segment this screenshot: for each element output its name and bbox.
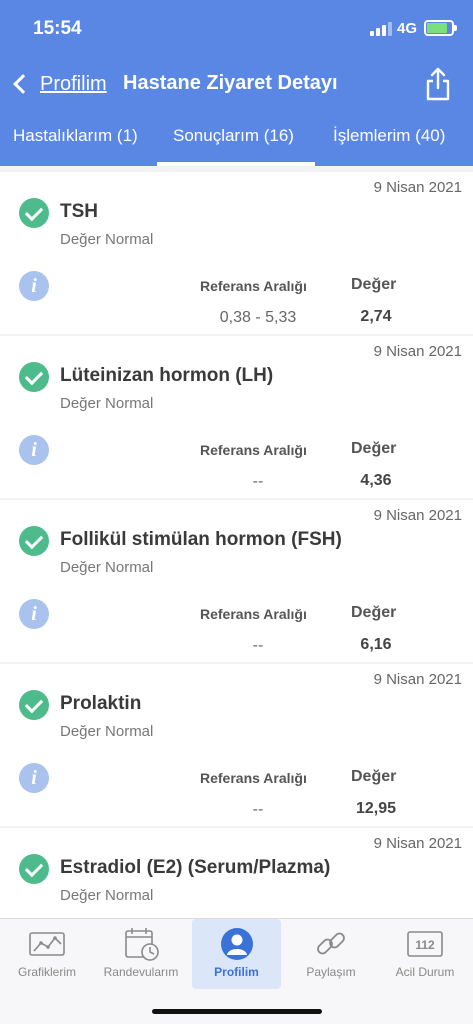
back-label: Profilim (40, 72, 107, 95)
bottom-tab-bar: Grafiklerim Randevularım Profilim Paylaş… (0, 918, 473, 1024)
result-status: Değer Normal (60, 887, 154, 904)
emergency-112-icon: 112 (407, 931, 443, 957)
status-bar: 15:54 4G (0, 18, 473, 42)
check-icon (19, 854, 49, 884)
tab-hastaliklarim[interactable]: Hastalıklarım (1) (13, 126, 138, 146)
chart-icon (29, 932, 65, 956)
result-date: 9 Nisan 2021 (373, 835, 462, 852)
reference-range-value: 0,38 - 5,33 (219, 309, 297, 326)
result-name: Prolaktin (60, 693, 142, 714)
result-date: 9 Nisan 2021 (373, 507, 462, 524)
result-card-prolaktin[interactable]: 9 Nisan 2021 Prolaktin Değer Normal i Re… (0, 664, 473, 826)
reference-range-value: -- (252, 473, 264, 490)
reference-range-header: Referans Aralığı (200, 770, 307, 786)
reference-range-header: Referans Aralığı (200, 278, 307, 294)
tabbar-item-grafiklerim[interactable]: Grafiklerim (4, 919, 90, 989)
reference-range-header: Referans Aralığı (200, 606, 307, 622)
result-name: TSH (60, 201, 98, 222)
tabbar-label: Randevularım (103, 965, 179, 979)
emergency-badge: 112 (415, 938, 435, 952)
header: 15:54 4G Profilim Hastane Ziyaret Detayı… (0, 0, 473, 166)
value-header: Değer (351, 440, 397, 457)
segment-tabs: Hastalıklarım (1) Sonuçlarım (16) İşleml… (0, 108, 473, 166)
home-indicator (152, 1009, 322, 1014)
tab-sonuclarim[interactable]: Sonuçlarım (16) (173, 126, 294, 146)
navigation-bar: Profilim Hastane Ziyaret Detayı (0, 62, 473, 106)
reference-range-value: -- (252, 637, 264, 654)
result-date: 9 Nisan 2021 (373, 179, 462, 196)
result-name: Follikül stimülan hormon (FSH) (60, 529, 342, 550)
check-icon (19, 198, 49, 228)
page-title: Hastane Ziyaret Detayı (123, 72, 338, 94)
tabbar-item-paylasim[interactable]: Paylaşım (286, 919, 376, 989)
result-status: Değer Normal (60, 723, 154, 740)
tabbar-label: Grafiklerim (17, 965, 76, 979)
info-icon[interactable]: i (19, 763, 49, 793)
profile-icon (220, 928, 253, 960)
check-icon (19, 526, 49, 556)
value-header: Değer (351, 768, 397, 785)
battery-icon (424, 20, 457, 36)
calendar-clock-icon (125, 928, 159, 961)
results-list[interactable]: 9 Nisan 2021 TSH Değer Normal i Referans… (0, 172, 473, 918)
info-icon[interactable]: i (19, 599, 49, 629)
result-status: Değer Normal (60, 231, 154, 248)
result-status: Değer Normal (60, 559, 154, 576)
tabbar-label: Acil Durum (395, 965, 455, 979)
result-value: 6,16 (360, 636, 392, 653)
active-tab-indicator (157, 162, 315, 166)
info-icon[interactable]: i (19, 271, 49, 301)
check-icon (19, 362, 49, 392)
link-icon (317, 932, 345, 955)
result-value: 4,36 (360, 472, 392, 489)
result-value: 2,74 (360, 308, 392, 325)
result-status: Değer Normal (60, 395, 154, 412)
tabbar-label: Paylaşım (306, 965, 356, 979)
tabbar-item-acil-durum[interactable]: 112 Acil Durum (380, 919, 470, 989)
network-label: 4G (397, 20, 418, 37)
tabbar-item-randevularim[interactable]: Randevularım (94, 919, 188, 989)
result-date: 9 Nisan 2021 (373, 671, 462, 688)
check-icon (19, 690, 49, 720)
reference-range-value: -- (252, 801, 264, 818)
reference-range-header: Referans Aralığı (200, 442, 307, 458)
back-button[interactable]: Profilim (10, 68, 107, 100)
result-date: 9 Nisan 2021 (373, 343, 462, 360)
share-icon[interactable] (424, 66, 452, 102)
result-name: Lüteinizan hormon (LH) (60, 365, 274, 386)
result-card-estradiol[interactable]: 9 Nisan 2021 Estradiol (E2) (Serum/Plazm… (0, 828, 473, 918)
result-value: 12,95 (355, 800, 397, 817)
tabbar-label: Profilim (214, 965, 259, 979)
result-card-tsh[interactable]: 9 Nisan 2021 TSH Değer Normal i Referans… (0, 172, 473, 334)
result-name: Estradiol (E2) (Serum/Plazma) (60, 857, 331, 878)
signal-icon (370, 22, 392, 36)
result-card-lh[interactable]: 9 Nisan 2021 Lüteinizan hormon (LH) Değe… (0, 336, 473, 498)
info-icon[interactable]: i (19, 435, 49, 465)
value-header: Değer (351, 276, 397, 293)
status-time: 15:54 (33, 18, 82, 39)
value-header: Değer (351, 604, 397, 621)
tab-islemlerim[interactable]: İşlemlerim (40) (333, 126, 445, 146)
result-card-fsh[interactable]: 9 Nisan 2021 Follikül stimülan hormon (F… (0, 500, 473, 662)
chevron-left-icon (13, 74, 33, 94)
tabbar-item-profilim[interactable]: Profilim (192, 919, 281, 989)
